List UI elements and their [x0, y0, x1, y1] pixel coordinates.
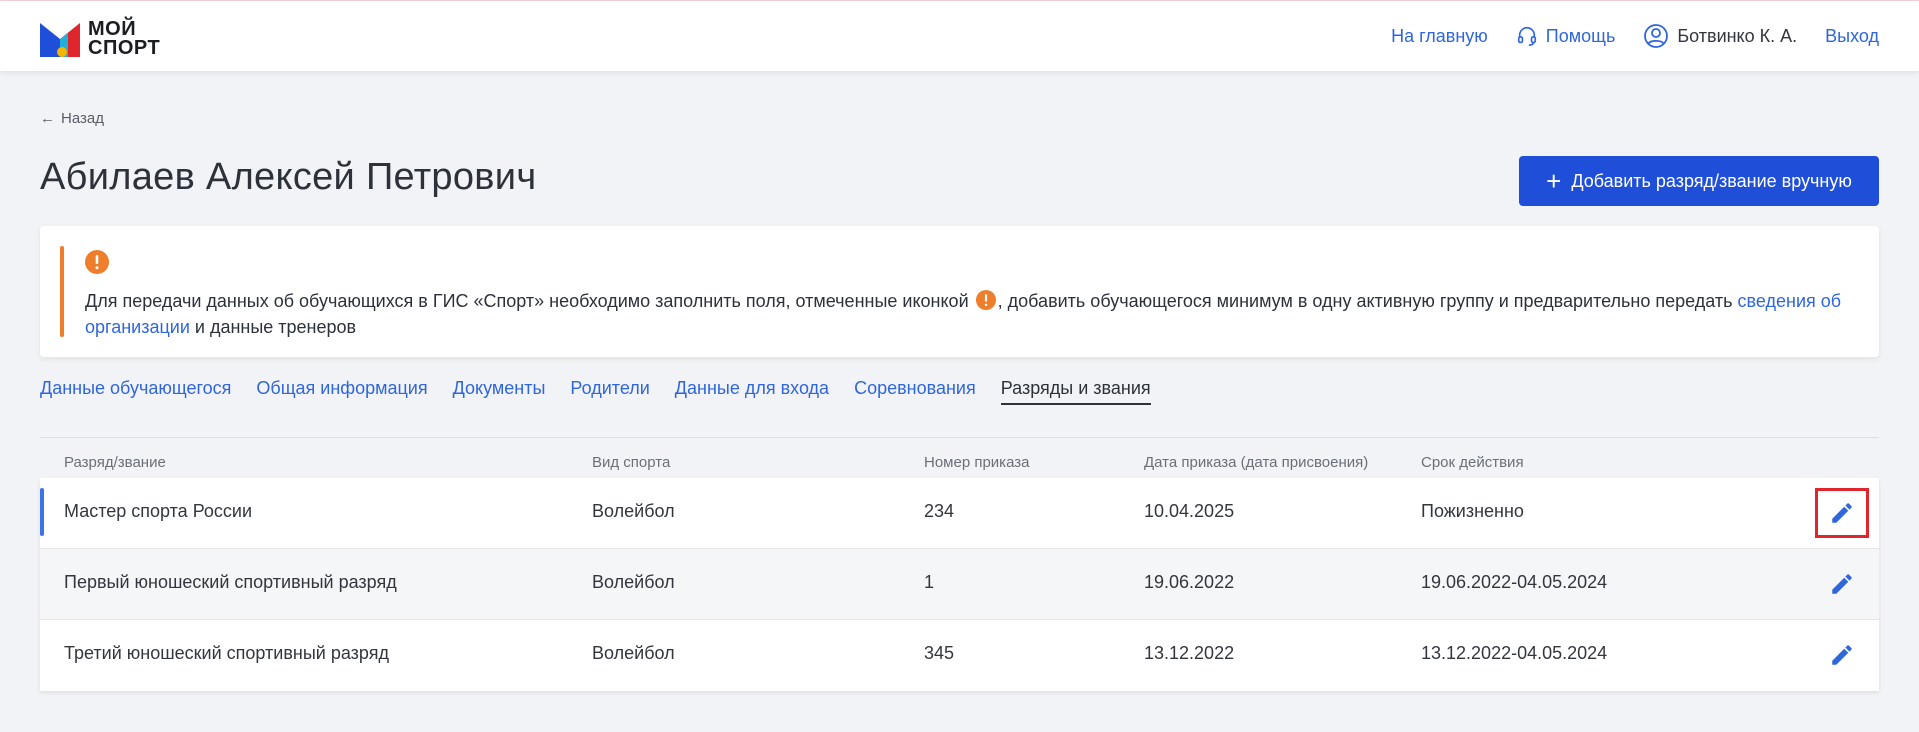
back-link[interactable]: ← Назад	[40, 110, 104, 127]
column-header-order-number: Номер приказа	[924, 454, 1030, 471]
column-header-sport: Вид спорта	[592, 454, 671, 471]
notice-text-part-1: Для передачи данных об обучающихся в ГИС…	[85, 291, 974, 311]
column-header-validity: Срок действия	[1421, 454, 1524, 471]
home-link[interactable]: На главную	[1391, 26, 1488, 47]
row-selection-marker	[40, 488, 44, 536]
edit-row-button[interactable]	[1815, 559, 1869, 609]
pencil-icon	[1832, 503, 1852, 523]
user-menu[interactable]: Ботвинко К. А.	[1643, 23, 1797, 49]
column-header-rank: Разряд/звание	[64, 454, 166, 471]
headset-icon	[1517, 26, 1536, 46]
cell-sport: Волейбол	[592, 501, 675, 521]
edit-row-button[interactable]	[1815, 488, 1869, 538]
notice-text-part-3: и данные тренеров	[189, 317, 357, 337]
user-name: Ботвинко К. А.	[1677, 25, 1798, 46]
exclamation-icon	[85, 250, 109, 274]
cell-order-number: 345	[924, 643, 955, 663]
add-rank-button[interactable]: + Добавить разряд/звание вручную	[1519, 156, 1879, 206]
gis-notice: Для передачи данных об обучающихся в ГИС…	[40, 226, 1879, 357]
help-label: Помощь	[1545, 25, 1616, 46]
tab-general-info[interactable]: Общая информация	[256, 378, 427, 405]
column-header-order-date: Дата приказа (дата присвоения)	[1144, 454, 1369, 471]
edit-row-button[interactable]	[1815, 630, 1869, 680]
cell-order-date: 13.12.2022	[1144, 643, 1235, 663]
logo-mark-icon	[40, 21, 80, 57]
tab-competitions[interactable]: Соревнования	[854, 378, 976, 405]
tab-parents[interactable]: Родители	[570, 378, 649, 405]
table-row[interactable]: Третий юношеский спортивный разряд Волей…	[40, 620, 1879, 691]
cell-rank: Третий юношеский спортивный разряд	[64, 643, 389, 663]
tab-login-data[interactable]: Данные для входа	[675, 378, 829, 405]
help-link[interactable]: Помощь	[1516, 25, 1616, 47]
table-row[interactable]: Первый юношеский спортивный разряд Волей…	[40, 549, 1879, 620]
cell-validity: 13.12.2022-04.05.2024	[1421, 643, 1608, 663]
profile-tabs: Данные обучающегося Общая информация Док…	[40, 378, 1176, 405]
plus-icon: +	[1546, 166, 1562, 196]
cell-order-date: 19.06.2022	[1144, 572, 1235, 592]
logo-line-2: СПОРТ	[88, 37, 161, 59]
back-label: Назад	[61, 110, 104, 127]
add-rank-label: Добавить разряд/звание вручную	[1571, 170, 1852, 191]
cell-rank: Первый юношеский спортивный разряд	[64, 572, 397, 592]
tab-documents[interactable]: Документы	[453, 378, 546, 405]
tab-ranks-titles[interactable]: Разряды и звания	[1000, 378, 1151, 405]
cell-order-date: 10.04.2025	[1144, 501, 1235, 521]
pencil-icon	[1832, 574, 1852, 594]
logout-link[interactable]: Выход	[1825, 26, 1879, 47]
app-header: МОЙ СПОРТ На главную Помощь Ботвинко К. …	[0, 1, 1919, 71]
table-body: Мастер спорта России Волейбол 234 10.04.…	[40, 478, 1879, 691]
cell-order-number: 1	[924, 572, 935, 592]
table-row[interactable]: Мастер спорта России Волейбол 234 10.04.…	[40, 478, 1879, 549]
header-nav: На главную Помощь Ботвинко К. А. Выход	[1391, 1, 1879, 71]
user-circle-icon	[1644, 24, 1669, 48]
cell-sport: Волейбол	[592, 643, 675, 663]
logo-text: МОЙ СПОРТ	[88, 19, 161, 59]
notice-text: Для передачи данных об обучающихся в ГИС…	[85, 288, 1865, 340]
logo[interactable]: МОЙ СПОРТ	[40, 19, 161, 59]
cell-validity: Пожизненно	[1421, 501, 1524, 521]
arrow-left-icon: ←	[40, 110, 55, 127]
exclamation-inline-icon	[975, 290, 996, 310]
cell-sport: Волейбол	[592, 572, 675, 592]
page-title: Абилаев Алексей Петрович	[40, 156, 537, 198]
pencil-icon	[1832, 645, 1852, 665]
table-header: Разряд/звание Вид спорта Номер приказа Д…	[40, 438, 1879, 478]
cell-validity: 19.06.2022-04.05.2024	[1421, 572, 1608, 592]
ranks-table: Разряд/звание Вид спорта Номер приказа Д…	[40, 438, 1879, 691]
cell-order-number: 234	[924, 501, 955, 521]
notice-text-part-2: , добавить обучающегося минимум в одну а…	[997, 291, 1738, 311]
notice-accent-bar	[60, 246, 64, 337]
cell-rank: Мастер спорта России	[64, 501, 253, 521]
tab-student-data[interactable]: Данные обучающегося	[40, 378, 231, 405]
